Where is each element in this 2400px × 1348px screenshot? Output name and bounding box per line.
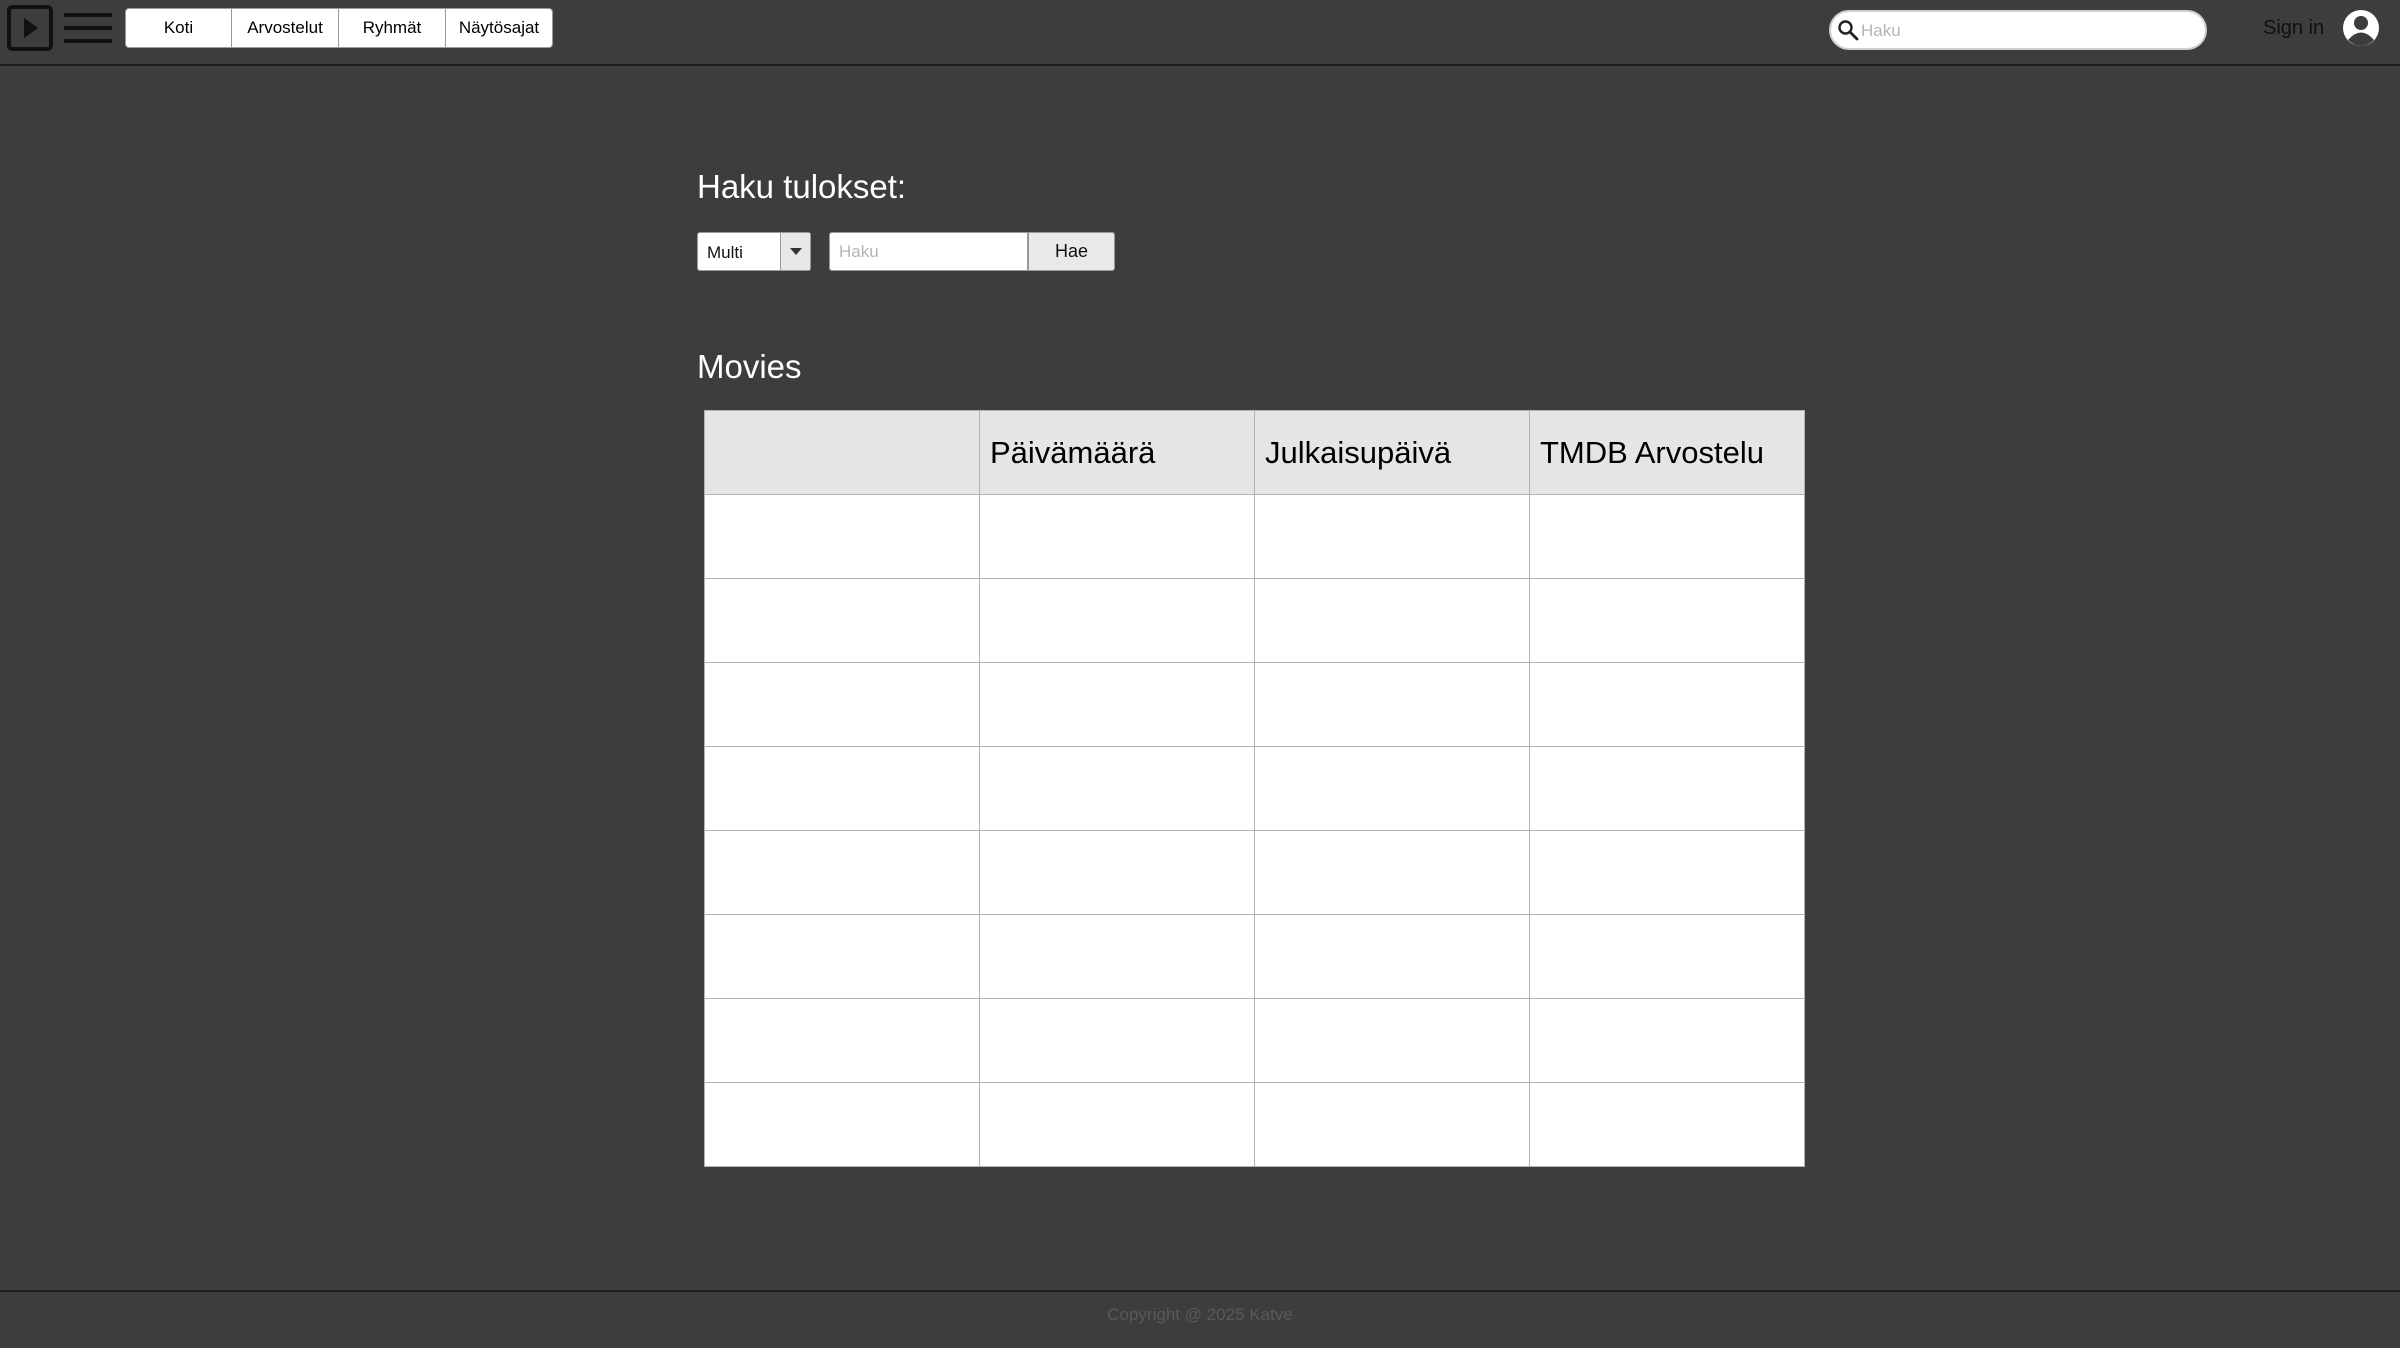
table-cell	[979, 1082, 1255, 1167]
column-header	[704, 410, 980, 495]
nav-tab-naytosajat[interactable]: Näytösajat	[446, 8, 553, 48]
copyright-text: Copyright @ 2025 Katve	[1107, 1305, 1293, 1324]
table-row	[704, 914, 1805, 999]
table-row	[704, 998, 1805, 1083]
play-logo-icon[interactable]	[7, 5, 53, 51]
table-cell	[979, 998, 1255, 1083]
movies-section-title: Movies	[697, 348, 802, 385]
search-type-value: Multi	[707, 243, 743, 262]
table-row	[704, 830, 1805, 915]
table-cell	[704, 914, 980, 999]
table-cell	[1529, 746, 1805, 831]
user-avatar-icon[interactable]	[2342, 9, 2380, 47]
table-row	[704, 578, 1805, 663]
header-search-box	[1829, 10, 2207, 50]
top-bar: Koti Arvostelut Ryhmät Näytösajat Sign i…	[0, 0, 2400, 66]
table-cell	[1529, 494, 1805, 579]
table-cell	[979, 578, 1255, 663]
column-header-tmdb-arvostelu: TMDB Arvostelu	[1529, 410, 1805, 495]
table-cell	[1254, 998, 1530, 1083]
table-cell	[1254, 830, 1530, 915]
table-cell	[704, 578, 980, 663]
column-header-julkaisupaiva: Julkaisupäivä	[1254, 410, 1530, 495]
table-cell	[1254, 1082, 1530, 1167]
table-cell	[979, 494, 1255, 579]
table-cell	[704, 1082, 980, 1167]
table-cell	[979, 662, 1255, 747]
table-cell	[1529, 1082, 1805, 1167]
table-cell	[979, 746, 1255, 831]
footer: Copyright @ 2025 Katve	[0, 1290, 2400, 1348]
movies-table: Päivämäärä Julkaisupäivä TMDB Arvostelu	[704, 410, 1805, 1167]
table-cell	[1529, 830, 1805, 915]
table-cell	[704, 998, 980, 1083]
table-cell	[1254, 578, 1530, 663]
table-row	[704, 494, 1805, 579]
table-cell	[979, 914, 1255, 999]
chevron-down-icon	[790, 248, 802, 255]
table-header-row: Päivämäärä Julkaisupäivä TMDB Arvostelu	[704, 410, 1805, 495]
nav-tab-ryhmat[interactable]: Ryhmät	[339, 8, 446, 48]
table-cell	[704, 662, 980, 747]
table-cell	[1529, 998, 1805, 1083]
table-cell	[979, 830, 1255, 915]
column-header-paivamaara: Päivämäärä	[979, 410, 1255, 495]
table-cell	[704, 746, 980, 831]
search-icon	[1838, 20, 1859, 41]
table-cell	[1254, 662, 1530, 747]
search-type-select[interactable]: Multi	[697, 232, 811, 271]
nav-tab-koti[interactable]: Koti	[125, 8, 232, 48]
sign-in-link[interactable]: Sign in	[2263, 17, 2324, 40]
search-query-input[interactable]	[829, 232, 1028, 271]
table-row	[704, 1082, 1805, 1167]
table-cell	[1529, 662, 1805, 747]
main-nav: Koti Arvostelut Ryhmät Näytösajat	[125, 8, 553, 48]
search-button[interactable]: Hae	[1028, 232, 1115, 271]
table-cell	[1254, 494, 1530, 579]
table-cell	[1254, 914, 1530, 999]
table-cell	[1529, 578, 1805, 663]
page-title: Haku tulokset:	[697, 168, 907, 205]
dropdown-toggle[interactable]	[780, 233, 810, 270]
table-cell	[1529, 914, 1805, 999]
table-cell	[704, 830, 980, 915]
table-row	[704, 746, 1805, 831]
nav-tab-arvostelut[interactable]: Arvostelut	[232, 8, 339, 48]
table-cell	[1254, 746, 1530, 831]
header-search-input[interactable]	[1861, 18, 2191, 44]
hamburger-menu-icon[interactable]	[64, 12, 112, 44]
table-cell	[704, 494, 980, 579]
table-row	[704, 662, 1805, 747]
